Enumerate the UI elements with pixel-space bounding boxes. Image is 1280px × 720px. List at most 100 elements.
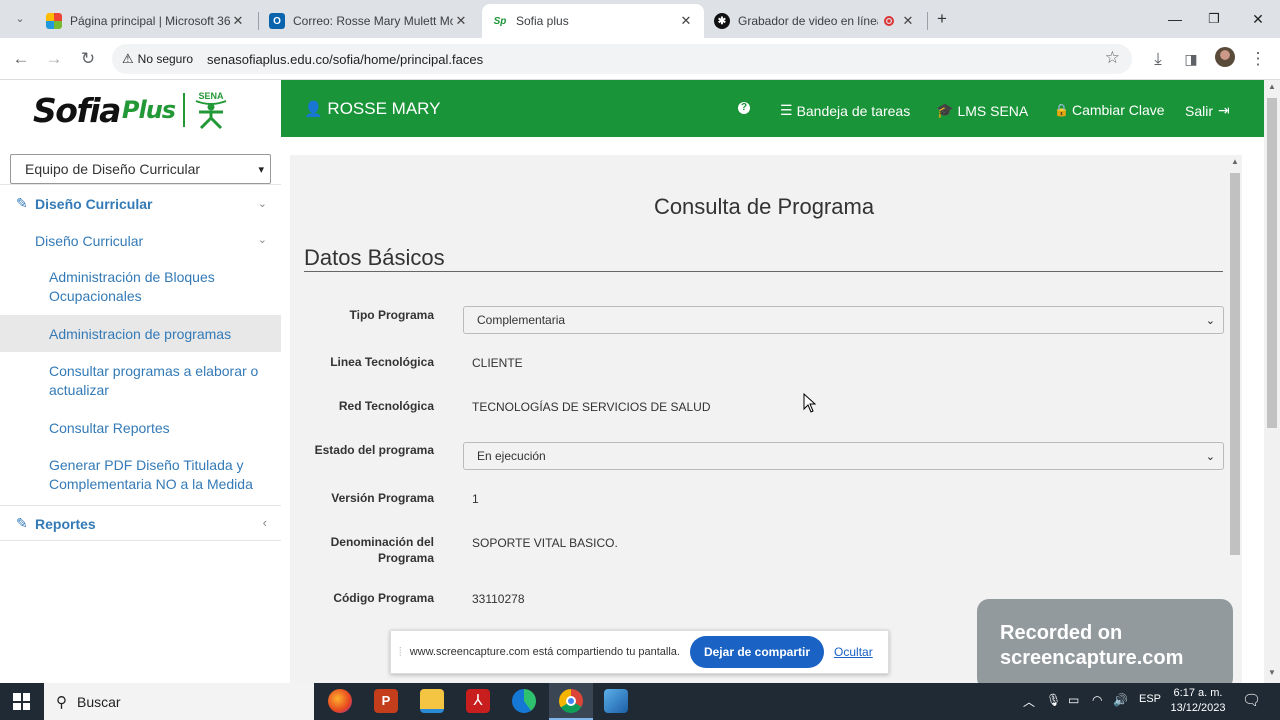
tab-separator	[927, 12, 928, 30]
role-select[interactable]: Equipo de Diseño Curricular ▾	[10, 154, 271, 184]
field-label-tipo-programa: Tipo Programa	[349, 308, 434, 322]
show-hidden-icons-chevron-icon[interactable]: ︿	[1023, 693, 1035, 710]
edit-icon: ✎	[16, 515, 28, 531]
language-indicator[interactable]: ESP	[1139, 693, 1161, 705]
url-text[interactable]: senasofiaplus.edu.co/sofia/home/principa…	[207, 52, 483, 67]
page-scrollbar-thumb[interactable]	[1267, 98, 1277, 428]
tab-microsoft365[interactable]: Página principal | Microsoft 36 ✕	[36, 4, 256, 38]
drag-handle-icon[interactable]: ⦙	[399, 645, 402, 660]
close-tab-icon[interactable]: ✕	[453, 13, 469, 29]
chevron-down-icon: ⌄	[257, 234, 267, 246]
field-label-linea-tecnologica: Linea Tecnológica	[330, 355, 434, 369]
section-divider	[304, 271, 1223, 272]
panel-scrollbar-thumb[interactable]	[1230, 173, 1240, 555]
sidebar-item-label: Consultar Reportes	[49, 420, 170, 436]
sidebar-item-administracion-programas[interactable]: Administracion de programas	[0, 315, 281, 352]
inbox-icon: ☰	[780, 102, 793, 118]
close-tab-icon[interactable]: ✕	[678, 13, 694, 29]
not-secure-label[interactable]: No seguro	[138, 52, 193, 66]
notifications-icon[interactable]: 🗨	[1242, 691, 1261, 709]
sidebar-item-bloques-ocupacionales[interactable]: Administración de Bloques Ocupacionales	[0, 262, 281, 314]
scroll-up-icon[interactable]: ▲	[1268, 82, 1276, 91]
sidebar-item-label: Consultar programas a elaborar o actuali…	[49, 363, 259, 398]
windows-start-icon[interactable]	[13, 693, 30, 710]
estado-programa-select[interactable]: En ejecución ⌄	[463, 442, 1224, 470]
tab-title: Grabador de video en línea	[738, 14, 878, 28]
download-icon[interactable]: ⤓	[1146, 47, 1170, 71]
tab-screencapture[interactable]: ✱ Grabador de video en línea ✕	[704, 4, 926, 38]
nav-subsection-label: Diseño Curricular	[35, 233, 144, 249]
section-title: Datos Básicos	[304, 245, 445, 270]
nav-section-label: Diseño Curricular	[35, 196, 153, 212]
recording-indicator-icon	[884, 16, 894, 26]
chrome-taskbar-item[interactable]	[549, 683, 593, 720]
volume-icon[interactable]: 🔊	[1113, 693, 1128, 707]
sidebar-item-consultar-programas[interactable]: Consultar programas a elaborar o actuali…	[0, 356, 281, 408]
sign-out-icon: ⇥	[1218, 102, 1230, 118]
file-explorer-icon[interactable]	[420, 689, 444, 713]
help-icon: ?	[738, 102, 750, 114]
nav-section-diseno-curricular[interactable]: ✎ Diseño Curricular ⌄	[0, 184, 281, 221]
microphone-icon[interactable]: 🎙	[1046, 693, 1061, 707]
side-panel-icon[interactable]: ◨	[1179, 47, 1203, 71]
remote-desktop-icon[interactable]	[604, 689, 628, 713]
profile-avatar[interactable]	[1213, 47, 1237, 71]
field-label-denominacion: Denominación del Programa	[330, 535, 434, 565]
scroll-down-icon[interactable]: ▼	[1268, 668, 1276, 677]
user-icon: 👤	[304, 101, 323, 118]
new-tab-plus-icon[interactable]: +	[930, 7, 954, 31]
nav-section-reportes[interactable]: ✎ Reportes ‹	[0, 505, 281, 541]
screen-share-bar: ⦙ www.screencapture.com está compartiend…	[390, 630, 889, 674]
change-password-label: Cambiar Clave	[1071, 102, 1165, 118]
logout-label: Salir	[1185, 102, 1214, 119]
field-value-version-programa: 1	[472, 492, 479, 506]
close-tab-icon[interactable]: ✕	[900, 13, 916, 29]
taskbar-search-placeholder: Buscar	[77, 693, 121, 710]
close-tab-icon[interactable]: ✕	[230, 13, 246, 29]
help-button[interactable]: ?	[738, 102, 750, 114]
taskbar-search[interactable]: ⚲ Buscar	[44, 683, 314, 720]
restore-window-icon[interactable]: ❐	[1191, 6, 1237, 32]
bookmark-star-icon[interactable]: ☆	[1105, 48, 1120, 68]
hide-link[interactable]: Ocultar	[834, 645, 873, 659]
tipo-programa-select[interactable]: Complementaria ⌄	[463, 306, 1224, 334]
reload-icon[interactable]: ↻	[76, 47, 100, 71]
user-menu[interactable]: 👤 ROSSE MARY	[304, 99, 440, 119]
field-value-red-tecnologica: TECNOLOGÍAS DE SERVICIOS DE SALUD	[472, 400, 711, 414]
sidebar-item-label: Administración de Bloques Ocupacionales	[49, 269, 215, 304]
page-scrollbar[interactable]: ▲ ▼	[1264, 80, 1280, 683]
acrobat-icon[interactable]: ⅄	[466, 689, 490, 713]
sofiaplus-logo[interactable]: Sofia Plus SENA	[33, 88, 231, 132]
edge-icon[interactable]	[512, 689, 536, 713]
scroll-up-icon[interactable]: ▲	[1231, 157, 1239, 166]
stop-sharing-button[interactable]: Dejar de compartir	[689, 636, 825, 668]
change-password-link[interactable]: 🔒 Cambiar Clave	[1054, 102, 1165, 118]
select-value: Complementaria	[477, 313, 566, 327]
close-window-icon[interactable]: ✕	[1235, 6, 1280, 32]
back-arrow-icon[interactable]: ←	[9, 47, 33, 71]
lms-label: LMS SENA	[957, 102, 1029, 119]
tasks-inbox-link[interactable]: ☰ Bandeja de tareas	[780, 102, 910, 119]
watermark-line-1: Recorded on	[1000, 622, 1123, 644]
tab-sofia-plus[interactable]: Sp Sofia plus ✕	[482, 4, 704, 38]
sidebar-item-generar-pdf[interactable]: Generar PDF Diseño Titulada y Complement…	[0, 450, 281, 502]
logout-link[interactable]: Salir ⇥	[1185, 102, 1230, 119]
battery-icon[interactable]: ▭	[1068, 693, 1079, 707]
sidebar-item-consultar-reportes[interactable]: Consultar Reportes	[0, 413, 281, 443]
wifi-icon[interactable]: ◠	[1092, 693, 1102, 707]
powerpoint-icon[interactable]: P	[374, 689, 398, 713]
lms-sena-link[interactable]: 🎓 LMS SENA	[936, 102, 1028, 119]
firefox-icon[interactable]	[328, 689, 352, 713]
field-label-codigo-programa: Código Programa	[333, 591, 434, 605]
browser-menu-icon[interactable]: ⋮	[1246, 47, 1270, 71]
forward-arrow-icon[interactable]: →	[42, 47, 66, 71]
tab-search-chevron-icon[interactable]: ⌄	[8, 7, 32, 31]
outlook-icon: O	[269, 13, 285, 29]
logo-text-sofia: Sofia	[33, 90, 121, 130]
nav-subsection-diseno-curricular[interactable]: Diseño Curricular ⌄	[0, 221, 281, 258]
main-content: 👤 ROSSE MARY ? ☰ Bandeja de tareas 🎓 LMS…	[281, 80, 1264, 683]
address-bar[interactable]: ⚠ No seguro senasofiaplus.edu.co/sofia/h…	[112, 44, 1132, 74]
tab-outlook[interactable]: O Correo: Rosse Mary Mulett Mo ✕	[259, 4, 479, 38]
sidebar-item-label: Administracion de programas	[49, 326, 232, 342]
taskbar-clock[interactable]: 6:17 a. m. 13/12/2023	[1168, 686, 1228, 716]
